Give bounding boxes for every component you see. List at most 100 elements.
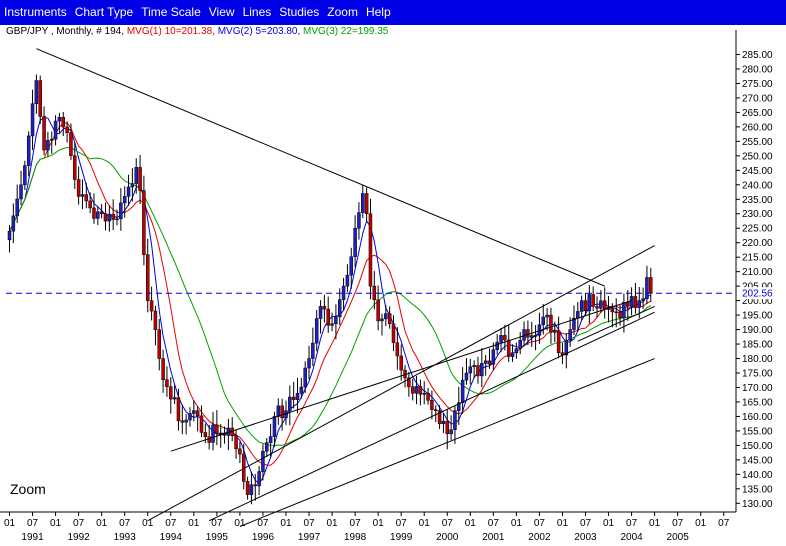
mvg3-line — [9, 146, 652, 446]
x-tick-label: 07 — [119, 518, 131, 529]
candle-body — [522, 329, 526, 341]
y-tick-label: 235.00 — [742, 195, 773, 206]
candle-body — [92, 207, 96, 219]
mvg1-line — [9, 122, 652, 466]
candle-body — [311, 342, 315, 359]
candle-body — [337, 299, 342, 318]
candle-body — [583, 300, 588, 312]
x-year-label: 2003 — [574, 532, 597, 543]
x-tick-label: 01 — [96, 518, 108, 529]
candle-body — [556, 330, 561, 353]
candle-body — [157, 329, 162, 359]
candle-body — [272, 416, 277, 437]
candle-body — [307, 358, 311, 369]
zoom-label[interactable]: Zoom — [10, 481, 46, 497]
candle-body — [38, 80, 42, 117]
candle-body — [361, 193, 365, 213]
x-tick-label: 01 — [326, 518, 338, 529]
x-year-label: 1993 — [114, 532, 137, 543]
candle-body — [618, 311, 622, 319]
candle-body — [103, 213, 108, 222]
candle-body — [318, 306, 323, 319]
x-year-label: 1991 — [21, 532, 44, 543]
candle-body — [526, 329, 530, 338]
candle-body — [276, 405, 281, 417]
candle-body — [568, 329, 572, 341]
candle-body — [80, 194, 85, 197]
candle-body — [149, 300, 154, 312]
candle-body — [341, 285, 346, 300]
x-tick-label: 07 — [73, 518, 85, 529]
y-tick-label: 130.00 — [742, 499, 773, 510]
candle-body — [387, 313, 392, 325]
candle-body — [414, 386, 419, 394]
candle-body — [622, 302, 626, 319]
candle-body — [30, 103, 35, 137]
candle-body — [549, 314, 553, 333]
candle-body — [418, 386, 423, 395]
x-year-label: 1999 — [390, 532, 413, 543]
y-tick-label: 180.00 — [742, 354, 773, 365]
candle-body — [645, 277, 649, 299]
candle-body — [430, 400, 434, 410]
x-year-label: 1994 — [160, 532, 183, 543]
candle-body — [334, 316, 338, 325]
candle-body — [441, 420, 446, 424]
x-tick-label: 07 — [626, 518, 638, 529]
x-year-label: 1992 — [67, 532, 90, 543]
x-tick-label: 01 — [465, 518, 477, 529]
y-tick-label: 220.00 — [742, 238, 773, 249]
candle-body — [11, 215, 16, 232]
candle-body — [495, 341, 499, 350]
candle-body — [460, 379, 465, 404]
x-tick-label: 01 — [419, 518, 431, 529]
candle-body — [468, 366, 473, 374]
x-tick-label: 01 — [603, 518, 615, 529]
candle-body — [364, 193, 369, 214]
y-tick-label: 175.00 — [742, 369, 773, 380]
candle-body — [503, 335, 507, 341]
y-tick-label: 185.00 — [742, 340, 773, 351]
candle-body — [453, 410, 457, 430]
y-tick-label: 160.00 — [742, 412, 773, 423]
candle-body — [541, 316, 546, 326]
candle-body — [34, 80, 39, 104]
x-tick-label: 01 — [234, 518, 246, 529]
x-tick-label: 01 — [373, 518, 385, 529]
candle-body — [199, 415, 204, 433]
x-tick-label: 01 — [188, 518, 200, 529]
candle-body — [491, 349, 496, 365]
candle-body — [119, 202, 123, 219]
candle-body — [576, 311, 580, 319]
candle-body — [96, 211, 100, 219]
candle-body — [195, 410, 200, 417]
x-tick-label: 07 — [257, 518, 269, 529]
trendline — [239, 358, 655, 527]
candle-body — [130, 183, 135, 188]
x-year-label: 2002 — [528, 532, 551, 543]
x-tick-label: 07 — [27, 518, 39, 529]
y-tick-label: 285.00 — [742, 50, 773, 61]
x-year-label: 1996 — [252, 532, 275, 543]
x-tick-label: 01 — [142, 518, 154, 529]
price-chart[interactable]: 130.00 135.00 140.00 145.00 150.00 155.00 160.… — [0, 0, 786, 546]
candle-body — [330, 323, 334, 326]
x-year-label: 1998 — [344, 532, 367, 543]
x-tick-label: 07 — [488, 518, 500, 529]
candle-body — [349, 256, 354, 276]
candle-body — [599, 300, 603, 309]
y-tick-label: 230.00 — [742, 209, 773, 220]
candle-body — [384, 313, 388, 320]
y-tick-label: 225.00 — [742, 224, 773, 235]
x-year-label: 2000 — [436, 532, 459, 543]
y-tick-label: 260.00 — [742, 122, 773, 133]
x-year-label: 2001 — [482, 532, 505, 543]
x-tick-label: 01 — [4, 518, 16, 529]
candle-body — [480, 363, 484, 377]
candle-body — [122, 196, 127, 204]
y-tick-label: 280.00 — [742, 64, 773, 75]
y-tick-label: 165.00 — [742, 397, 773, 408]
candle-body — [483, 360, 488, 364]
candle-body — [422, 393, 426, 395]
candle-body — [449, 429, 453, 435]
